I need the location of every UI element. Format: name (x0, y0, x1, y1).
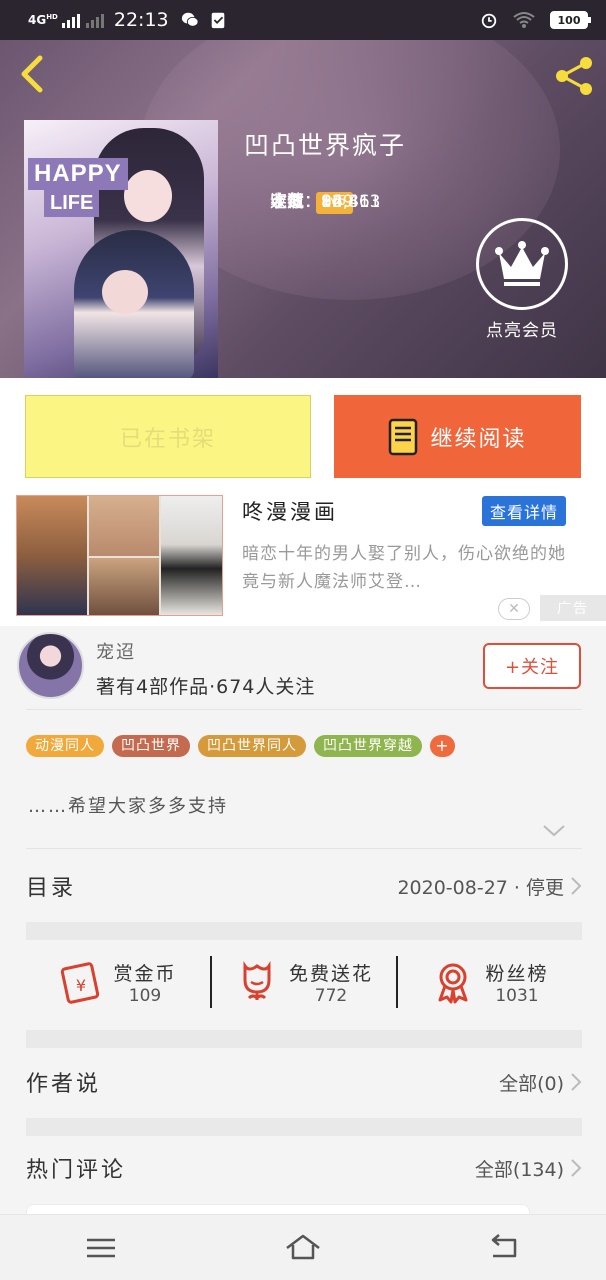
ad-label: 广告 (540, 595, 606, 621)
vip-label: 点亮会员 (486, 321, 558, 341)
crown-icon (476, 218, 568, 310)
network-indicator: 4GHD (28, 13, 58, 27)
cover-subtitle-text: LIFE (44, 190, 100, 217)
stats-bar: ¥ 赏金币 109 免费送花 772 粉丝榜 1031 (26, 936, 582, 1028)
ad-close-icon[interactable]: ✕ (498, 598, 530, 620)
in-shelf-button[interactable]: 已在书架 (25, 395, 311, 478)
tag-item[interactable]: 凹凸世界穿越 (314, 735, 422, 757)
book-icon (389, 418, 418, 455)
author-card: 宠迢 著有4部作品·674人关注 +关注 (0, 626, 606, 710)
chevron-right-icon (571, 1073, 582, 1091)
wifi-icon (513, 12, 535, 28)
cover-title-text: HAPPY (28, 158, 128, 190)
clock: 22:13 (113, 9, 169, 31)
author-stats: 著有4部作品·674人关注 (96, 676, 316, 698)
ad-thumbnail (16, 495, 223, 616)
author-notes-row[interactable]: 作者说 全部(0) (26, 1062, 582, 1102)
back-nav-icon[interactable] (485, 1232, 525, 1264)
catalog-row[interactable]: 目录 2020-08-27 · 停更 (26, 866, 582, 906)
action-bar: 已在书架 继续阅读 (0, 378, 606, 492)
status-bar: 4GHD 22:13 100 (0, 0, 606, 40)
hot-comments-label: 热门评论 (26, 1158, 127, 1183)
view-details-button[interactable]: 查看详情 (482, 496, 567, 526)
flower-icon (243, 961, 271, 1001)
tag-item[interactable]: 动漫同人 (26, 735, 104, 757)
home-icon[interactable] (283, 1232, 323, 1264)
share-icon[interactable] (552, 54, 596, 98)
tag-item[interactable]: 凹凸世界 (112, 735, 190, 757)
continue-reading-button[interactable]: 继续阅读 (334, 395, 581, 478)
red-envelope-icon: ¥ (61, 962, 100, 1004)
author-notes-label: 作者说 (26, 1072, 102, 1097)
chevron-right-icon (571, 877, 582, 895)
book-cover[interactable]: HAPPY LIFE (24, 120, 218, 378)
avatar[interactable] (17, 632, 84, 699)
author-notes-count: 全部(0) (499, 1072, 564, 1095)
follow-button[interactable]: +关注 (483, 643, 581, 689)
author-card-name[interactable]: 宠迢 (96, 638, 136, 664)
book-info: 凹凸世界疯子 宠迢 Lv5 连载 人气： 86,863 字数： 14,411 收藏：… (244, 126, 407, 214)
book-header: HAPPY LIFE 凹凸世界疯子 宠迢 Lv5 连载 人气： 86,863 字数… (0, 40, 606, 378)
back-icon[interactable] (14, 54, 50, 94)
hot-comments-count: 全部(134) (474, 1158, 564, 1181)
free-flowers[interactable]: 免费送花 772 (212, 959, 396, 1006)
menu-icon[interactable] (81, 1232, 121, 1264)
book-detail-body: 宠迢 著有4部作品·674人关注 +关注 动漫同人 凹凸世界 凹凸世界同人 凹凸… (0, 626, 606, 1226)
continue-reading-label: 继续阅读 (430, 426, 527, 452)
hot-comments-row[interactable]: 热门评论 全部(134) (26, 1148, 582, 1188)
ad-description: 暗恋十年的男人娶了别人，伤心欲绝的她竟与新人魔法师艾登… (242, 544, 566, 592)
ad-banner[interactable]: 咚漫漫画 查看详情 暗恋十年的男人娶了别人，伤心欲绝的她竟与新人魔法师艾登… ✕… (0, 492, 606, 626)
signal-icon (61, 12, 104, 28)
tag-item[interactable]: 凹凸世界同人 (198, 735, 306, 757)
add-tag-button[interactable]: + (430, 735, 455, 757)
favorites-count: 收藏： 929 (270, 192, 354, 212)
fan-ranking[interactable]: 粉丝榜 1031 (398, 959, 582, 1006)
medal-icon (438, 963, 468, 1004)
chevron-down-icon[interactable] (542, 824, 566, 838)
alarm-icon (481, 13, 497, 29)
ad-title: 咚漫漫画 (242, 500, 338, 524)
vip-button[interactable]: 点亮会员 (476, 218, 568, 341)
divider (26, 709, 582, 710)
book-intro: ……希望大家多多支持 (28, 796, 228, 817)
tag-list: 动漫同人 凹凸世界 凹凸世界同人 凹凸世界穿越 + (26, 735, 455, 757)
clipboard-check-icon (211, 12, 224, 29)
system-nav-bar (0, 1214, 606, 1280)
book-title: 凹凸世界疯子 (244, 131, 407, 160)
wechat-icon (181, 12, 199, 27)
catalog-update-date: 2020-08-27 · 停更 (397, 876, 564, 899)
reward-coins[interactable]: ¥ 赏金币 109 (26, 959, 210, 1006)
battery-icon: 100 (550, 11, 591, 29)
svg-text:¥: ¥ (76, 976, 86, 995)
catalog-label: 目录 (26, 876, 77, 901)
chevron-right-icon (571, 1159, 582, 1177)
